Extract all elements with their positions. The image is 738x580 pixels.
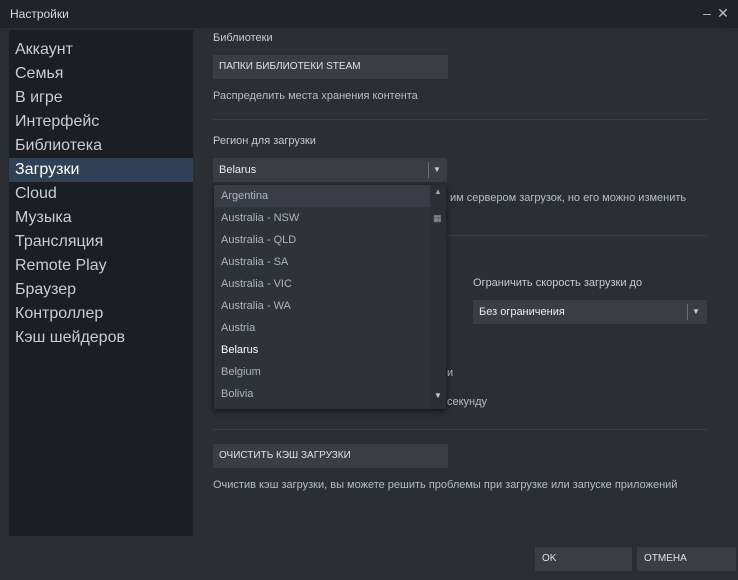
- sidebar-item-account[interactable]: Аккаунт: [9, 38, 193, 62]
- cancel-button[interactable]: ОТМЕНА: [637, 547, 736, 571]
- region-heading: Регион для загрузки: [213, 135, 316, 147]
- libraries-description: Распределить места хранения контента: [213, 90, 418, 102]
- region-option[interactable]: Austria: [214, 317, 430, 339]
- close-icon[interactable]: ✕: [714, 4, 732, 22]
- cache-description: Очистив кэш загрузки, вы можете решить п…: [213, 479, 678, 491]
- region-selected-value: Belarus: [219, 164, 257, 176]
- sidebar-item-library[interactable]: Библиотека: [9, 134, 193, 158]
- scroll-down-icon[interactable]: ▼: [434, 391, 442, 400]
- separator: [213, 429, 707, 430]
- region-option[interactable]: Belgium: [214, 361, 430, 383]
- sidebar-item-controller[interactable]: Контроллер: [9, 302, 193, 326]
- sidebar-item-shader-cache[interactable]: Кэш шейдеров: [9, 326, 193, 350]
- hidden-option-text-tail: секунду: [447, 396, 488, 408]
- sidebar-item-interface[interactable]: Интерфейс: [9, 110, 193, 134]
- sidebar-item-music[interactable]: Музыка: [9, 206, 193, 230]
- region-option[interactable]: Argentina: [214, 185, 430, 207]
- sidebar-item-downloads[interactable]: Загрузки: [9, 158, 193, 182]
- region-option-selected[interactable]: Belarus: [214, 339, 430, 361]
- region-option[interactable]: Australia - WA: [214, 295, 430, 317]
- region-options: Argentina Australia - NSW Australia - QL…: [214, 185, 430, 405]
- sidebar-item-cloud[interactable]: Cloud: [9, 182, 193, 206]
- library-folders-button[interactable]: ПАПКИ БИБЛИОТЕКИ STEAM: [213, 55, 448, 79]
- bandwidth-limit-select[interactable]: Без ограничения ▼: [473, 300, 707, 324]
- sidebar-item-browser[interactable]: Браузер: [9, 278, 193, 302]
- region-option[interactable]: Australia - NSW: [214, 207, 430, 229]
- scroll-grip-icon[interactable]: ▦: [433, 213, 442, 224]
- clear-download-cache-button[interactable]: ОЧИСТИТЬ КЭШ ЗАГРУЗКИ: [213, 444, 448, 468]
- dropdown-scrollbar[interactable]: ▲ ▦ ▼: [430, 185, 446, 409]
- region-select[interactable]: Belarus ▼: [213, 158, 447, 182]
- hidden-option-text-tail: и: [447, 367, 454, 379]
- window-title: Настройки: [10, 7, 69, 21]
- region-dropdown-list[interactable]: Argentina Australia - NSW Australia - QL…: [214, 185, 446, 409]
- sidebar-item-in-game[interactable]: В игре: [9, 86, 193, 110]
- separator: [213, 119, 707, 120]
- scroll-up-icon[interactable]: ▲: [434, 187, 442, 196]
- separator: [447, 235, 707, 236]
- region-option[interactable]: Australia - QLD: [214, 229, 430, 251]
- chevron-down-icon: ▼: [433, 165, 441, 174]
- ok-button[interactable]: OK: [535, 547, 632, 571]
- title-bar: Настройки – ✕: [0, 0, 738, 28]
- region-option[interactable]: Australia - VIC: [214, 273, 430, 295]
- chevron-down-icon: ▼: [692, 307, 700, 316]
- region-option[interactable]: Bolivia: [214, 383, 430, 405]
- bandwidth-limit-label: Ограничить скорость загрузки до: [473, 277, 643, 289]
- select-divider: [428, 162, 429, 178]
- region-description: им сервером загрузок, но его можно измен…: [450, 192, 687, 204]
- settings-sidebar: Аккаунт Семья В игре Интерфейс Библиотек…: [9, 30, 193, 536]
- sidebar-item-broadcasting[interactable]: Трансляция: [9, 230, 193, 254]
- sidebar-item-family[interactable]: Семья: [9, 62, 193, 86]
- sidebar-item-remote-play[interactable]: Remote Play: [9, 254, 193, 278]
- select-divider: [687, 304, 688, 320]
- region-option[interactable]: Australia - SA: [214, 251, 430, 273]
- bandwidth-selected-value: Без ограничения: [479, 306, 565, 318]
- libraries-heading: Библиотеки: [213, 32, 273, 44]
